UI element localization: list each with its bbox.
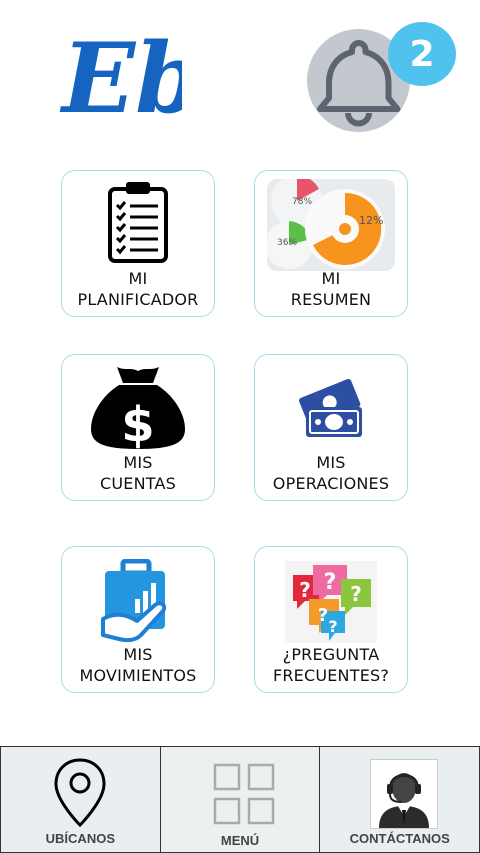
- tile-label: MIS MOVIMIENTOS: [79, 645, 197, 685]
- money-bag-icon: $: [89, 363, 187, 453]
- svg-text:?: ?: [299, 578, 311, 602]
- map-pin-icon: [54, 758, 106, 828]
- svg-text:36%: 36%: [277, 238, 297, 248]
- bottom-nav: UBÍCANOS MENÚ CONTÁCTANOS: [0, 746, 480, 853]
- tile-label: ¿PREGUNTA FRECUENTES?: [272, 645, 390, 685]
- tile-operaciones[interactable]: MIS OPERACIONES: [254, 354, 408, 501]
- notification-count-badge: 2: [388, 22, 456, 86]
- svg-text:?: ?: [328, 617, 337, 636]
- clipboard-checklist-icon: [106, 179, 170, 265]
- tile-planificador[interactable]: MI PLANIFICADOR: [61, 170, 215, 317]
- tile-movimientos[interactable]: MIS MOVIMIENTOS: [61, 546, 215, 693]
- svg-text:?: ?: [350, 582, 362, 606]
- nav-label: UBÍCANOS: [45, 831, 115, 846]
- app-logo: Eb: [58, 22, 202, 135]
- notifications[interactable]: 2: [305, 22, 460, 134]
- tile-cuentas[interactable]: $ MIS CUENTAS: [61, 354, 215, 501]
- svg-text:12%: 12%: [359, 214, 383, 227]
- tile-resumen[interactable]: 78% 12% 36% MI RESUMEN: [254, 170, 408, 317]
- hand-briefcase-chart-icon: [99, 558, 177, 643]
- cash-bills-icon: [296, 373, 366, 439]
- svg-text:?: ?: [324, 570, 337, 595]
- nav-label: CONTÁCTANOS: [349, 831, 450, 846]
- pie-summary-icon: 78% 12% 36%: [265, 175, 395, 271]
- svg-text:78%: 78%: [292, 197, 312, 207]
- grid-menu-icon: [213, 763, 274, 825]
- svg-text:$: $: [121, 397, 154, 449]
- support-agent-icon: [370, 759, 439, 829]
- tile-label: MIS OPERACIONES: [272, 453, 390, 493]
- tile-preguntas[interactable]: ? ? ? ? ? ¿PREGUNTA FRECUENTES?: [254, 546, 408, 693]
- tile-label: MI RESUMEN: [290, 269, 372, 309]
- nav-menu[interactable]: MENÚ: [160, 746, 321, 853]
- nav-ubicanos[interactable]: UBÍCANOS: [0, 746, 161, 853]
- nav-label: MENÚ: [220, 833, 260, 848]
- logo-text: Eb: [59, 24, 182, 120]
- tile-label: MIS CUENTAS: [100, 453, 176, 493]
- nav-contactanos[interactable]: CONTÁCTANOS: [320, 746, 480, 853]
- svg-text:?: ?: [318, 605, 328, 626]
- tile-label: MI PLANIFICADOR: [77, 269, 199, 309]
- question-bubbles-icon: ? ? ? ? ?: [285, 561, 377, 643]
